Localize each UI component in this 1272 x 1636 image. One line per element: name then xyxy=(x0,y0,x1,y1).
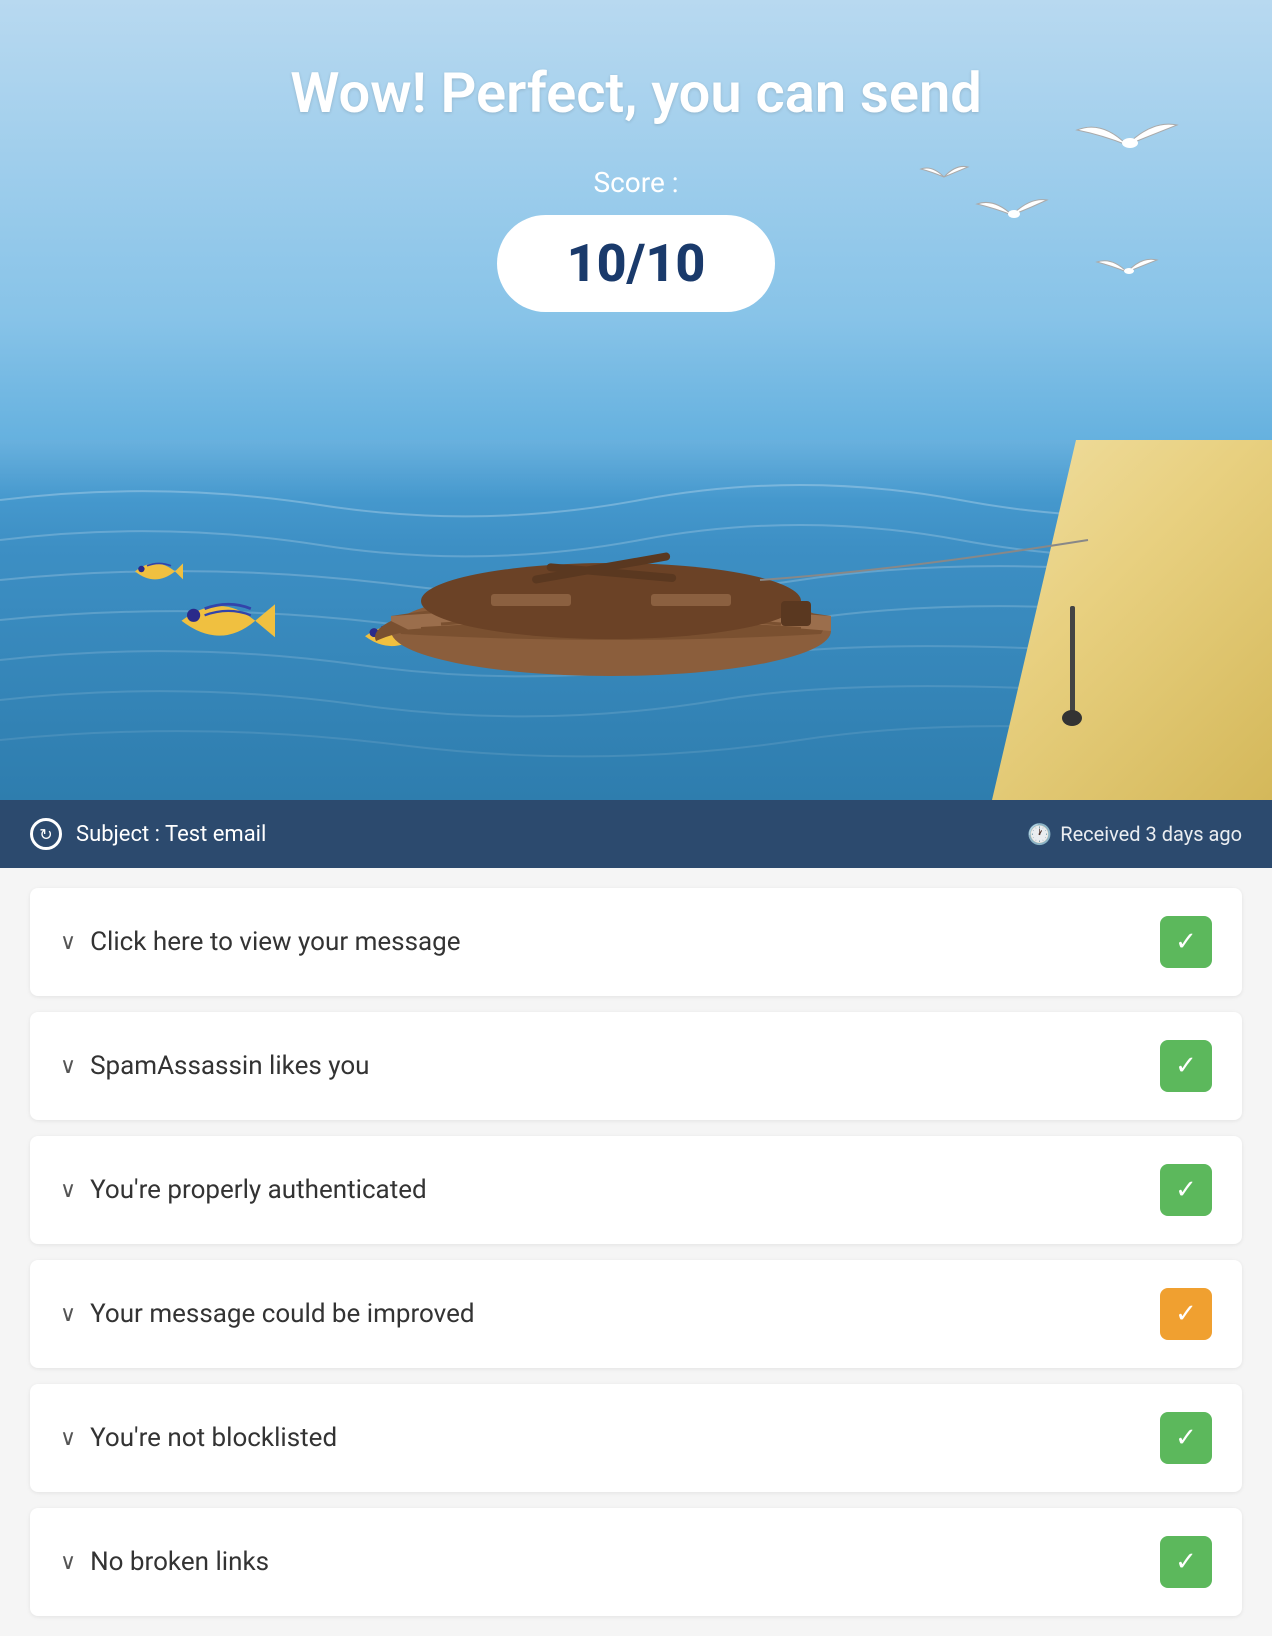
subject-label: Subject : Test email xyxy=(76,822,266,847)
check-item-label-spam-assassin: ∨ SpamAssassin likes you xyxy=(60,1051,370,1081)
check-badge-no-broken-links: ✓ xyxy=(1160,1536,1212,1588)
status-bar: ↻ Subject : Test email 🕐 Received 3 days… xyxy=(0,800,1272,868)
check-badge-not-blocklisted: ✓ xyxy=(1160,1412,1212,1464)
check-item-spam-assassin[interactable]: ∨ SpamAssassin likes you ✓ xyxy=(30,1012,1242,1120)
status-bar-right: 🕐 Received 3 days ago xyxy=(1027,822,1242,846)
check-item-text-authenticated: You're properly authenticated xyxy=(90,1175,427,1205)
chevron-icon-not-blocklisted: ∨ xyxy=(60,1426,76,1451)
bird-3-icon xyxy=(1092,250,1162,295)
clock-icon: 🕐 xyxy=(1027,822,1052,846)
score-label: Score : xyxy=(0,166,1272,199)
check-item-text-no-broken-links: No broken links xyxy=(90,1547,269,1577)
chevron-icon-view-message: ∨ xyxy=(60,930,76,955)
check-badge-icon-view-message: ✓ xyxy=(1175,927,1197,957)
check-badge-spam-assassin: ✓ xyxy=(1160,1040,1212,1092)
chevron-icon-no-broken-links: ∨ xyxy=(60,1550,76,1575)
check-badge-view-message: ✓ xyxy=(1160,916,1212,968)
check-item-label-could-improve: ∨ Your message could be improved xyxy=(60,1299,475,1329)
check-item-label-view-message: ∨ Click here to view your message xyxy=(60,927,461,957)
check-item-no-broken-links[interactable]: ∨ No broken links ✓ xyxy=(30,1508,1242,1616)
check-item-text-view-message: Click here to view your message xyxy=(90,927,460,957)
check-badge-icon-could-improve: ✓ xyxy=(1175,1299,1197,1329)
chevron-icon-spam-assassin: ∨ xyxy=(60,1054,76,1079)
refresh-button[interactable]: ↻ xyxy=(30,818,62,850)
received-text: Received 3 days ago xyxy=(1060,822,1242,846)
check-badge-icon-not-blocklisted: ✓ xyxy=(1175,1423,1197,1453)
check-item-not-blocklisted[interactable]: ∨ You're not blocklisted ✓ xyxy=(30,1384,1242,1492)
check-badge-authenticated: ✓ xyxy=(1160,1164,1212,1216)
status-bar-left: ↻ Subject : Test email xyxy=(30,818,266,850)
rope-icon xyxy=(0,480,1272,680)
check-badge-icon-authenticated: ✓ xyxy=(1175,1175,1197,1205)
score-badge: 10/10 xyxy=(497,215,776,312)
check-item-label-not-blocklisted: ∨ You're not blocklisted xyxy=(60,1423,337,1453)
check-badge-icon-no-broken-links: ✓ xyxy=(1175,1547,1197,1577)
check-item-text-could-improve: Your message could be improved xyxy=(90,1299,474,1329)
check-item-text-not-blocklisted: You're not blocklisted xyxy=(90,1423,337,1453)
check-badge-could-improve: ✓ xyxy=(1160,1288,1212,1340)
check-item-label-authenticated: ∨ You're properly authenticated xyxy=(60,1175,427,1205)
chevron-icon-authenticated: ∨ xyxy=(60,1178,76,1203)
check-item-view-message[interactable]: ∨ Click here to view your message ✓ xyxy=(30,888,1242,996)
check-item-text-spam-assassin: SpamAssassin likes you xyxy=(90,1051,369,1081)
hero-title: Wow! Perfect, you can send xyxy=(0,0,1272,126)
check-item-could-improve[interactable]: ∨ Your message could be improved ✓ xyxy=(30,1260,1242,1368)
check-list: ∨ Click here to view your message ✓ ∨ Sp… xyxy=(0,868,1272,1636)
hero-section: Wow! Perfect, you can send Score : 10/10 xyxy=(0,0,1272,800)
chevron-icon-could-improve: ∨ xyxy=(60,1302,76,1327)
check-badge-icon-spam-assassin: ✓ xyxy=(1175,1051,1197,1081)
check-item-label-no-broken-links: ∨ No broken links xyxy=(60,1547,269,1577)
check-item-authenticated[interactable]: ∨ You're properly authenticated ✓ xyxy=(30,1136,1242,1244)
